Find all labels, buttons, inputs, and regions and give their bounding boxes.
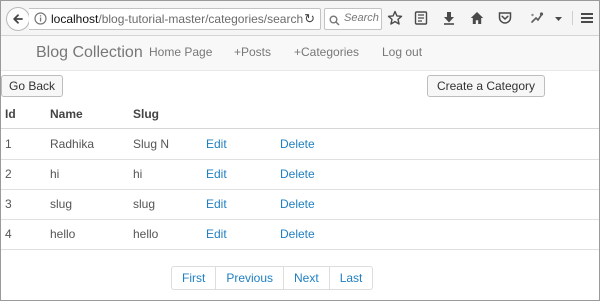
page-next-button[interactable]: Next	[283, 266, 330, 290]
cell-name: hello	[50, 227, 76, 241]
cell-slug: hi	[133, 167, 143, 181]
address-bar[interactable]: localhost/blog-tutorial-master/categorie…	[29, 8, 321, 30]
cell-slug: hello	[133, 227, 159, 241]
bookmark-star-icon[interactable]	[387, 10, 403, 26]
nav-home-page[interactable]: Home Page	[149, 45, 212, 59]
page-previous-button[interactable]: Previous	[215, 266, 285, 290]
page-last-button[interactable]: Last	[328, 266, 374, 290]
delete-link[interactable]: Delete	[280, 167, 315, 181]
edit-link[interactable]: Edit	[206, 227, 227, 241]
browser-window: localhost/blog-tutorial-master/categorie…	[0, 0, 600, 301]
delete-link[interactable]: Delete	[280, 197, 315, 211]
cell-name: hi	[50, 167, 60, 181]
cell-id: 3	[5, 197, 12, 211]
cell-name: slug	[50, 197, 73, 211]
home-icon[interactable]	[469, 10, 485, 26]
cell-slug: slug	[133, 197, 156, 211]
extension-dropdown-icon[interactable]	[554, 10, 563, 26]
cell-slug: Slug N	[133, 137, 170, 151]
app-navbar: Blog Collection Home Page +Posts +Catego…	[1, 36, 599, 71]
reload-icon[interactable]: ↻	[304, 11, 315, 27]
cell-id: 4	[5, 227, 12, 241]
edit-link[interactable]: Edit	[206, 197, 227, 211]
search-icon	[329, 13, 340, 31]
search-placeholder: Search	[344, 12, 379, 24]
edit-link[interactable]: Edit	[206, 167, 227, 181]
cell-id: 2	[5, 167, 12, 181]
site-info-icon[interactable]	[34, 12, 47, 30]
brand-title[interactable]: Blog Collection	[36, 44, 143, 62]
edit-link[interactable]: Edit	[206, 137, 227, 151]
nav-log-out[interactable]: Log out	[382, 45, 422, 59]
page-first-button[interactable]: First	[171, 266, 217, 290]
search-field[interactable]: Search	[324, 8, 382, 30]
back-arrow-icon[interactable]	[6, 7, 30, 31]
extension-icon[interactable]	[529, 10, 545, 26]
download-icon[interactable]	[441, 10, 457, 26]
table-row: 2 hi hi Edit Delete	[1, 159, 599, 190]
delete-link[interactable]: Delete	[280, 137, 315, 151]
nav-posts[interactable]: +Posts	[234, 45, 271, 59]
url-host: localhost	[51, 12, 99, 26]
toolbar-separator	[572, 11, 573, 25]
table-row: 3 slug slug Edit Delete	[1, 189, 599, 220]
reading-list-icon[interactable]	[413, 10, 429, 26]
go-back-button[interactable]: Go Back	[1, 75, 63, 97]
pocket-icon[interactable]	[497, 10, 513, 26]
browser-toolbar: localhost/blog-tutorial-master/categorie…	[1, 1, 599, 36]
menu-icon[interactable]	[580, 10, 594, 26]
table-row: 4 hello hello Edit Delete	[1, 219, 599, 250]
pagination: First Previous Next Last	[171, 266, 374, 290]
header-id: Id	[5, 107, 16, 121]
cell-id: 1	[5, 137, 12, 151]
header-name: Name	[50, 107, 83, 121]
create-category-button[interactable]: Create a Category	[427, 75, 545, 97]
header-slug: Slug	[133, 107, 159, 121]
delete-link[interactable]: Delete	[280, 227, 315, 241]
url-text: localhost/blog-tutorial-master/categorie…	[51, 11, 303, 27]
cell-name: Radhika	[50, 137, 95, 151]
table-row: 1 Radhika Slug N Edit Delete	[1, 129, 599, 160]
url-path: /blog-tutorial-master/categories/search	[98, 12, 304, 26]
nav-categories[interactable]: +Categories	[294, 45, 359, 59]
